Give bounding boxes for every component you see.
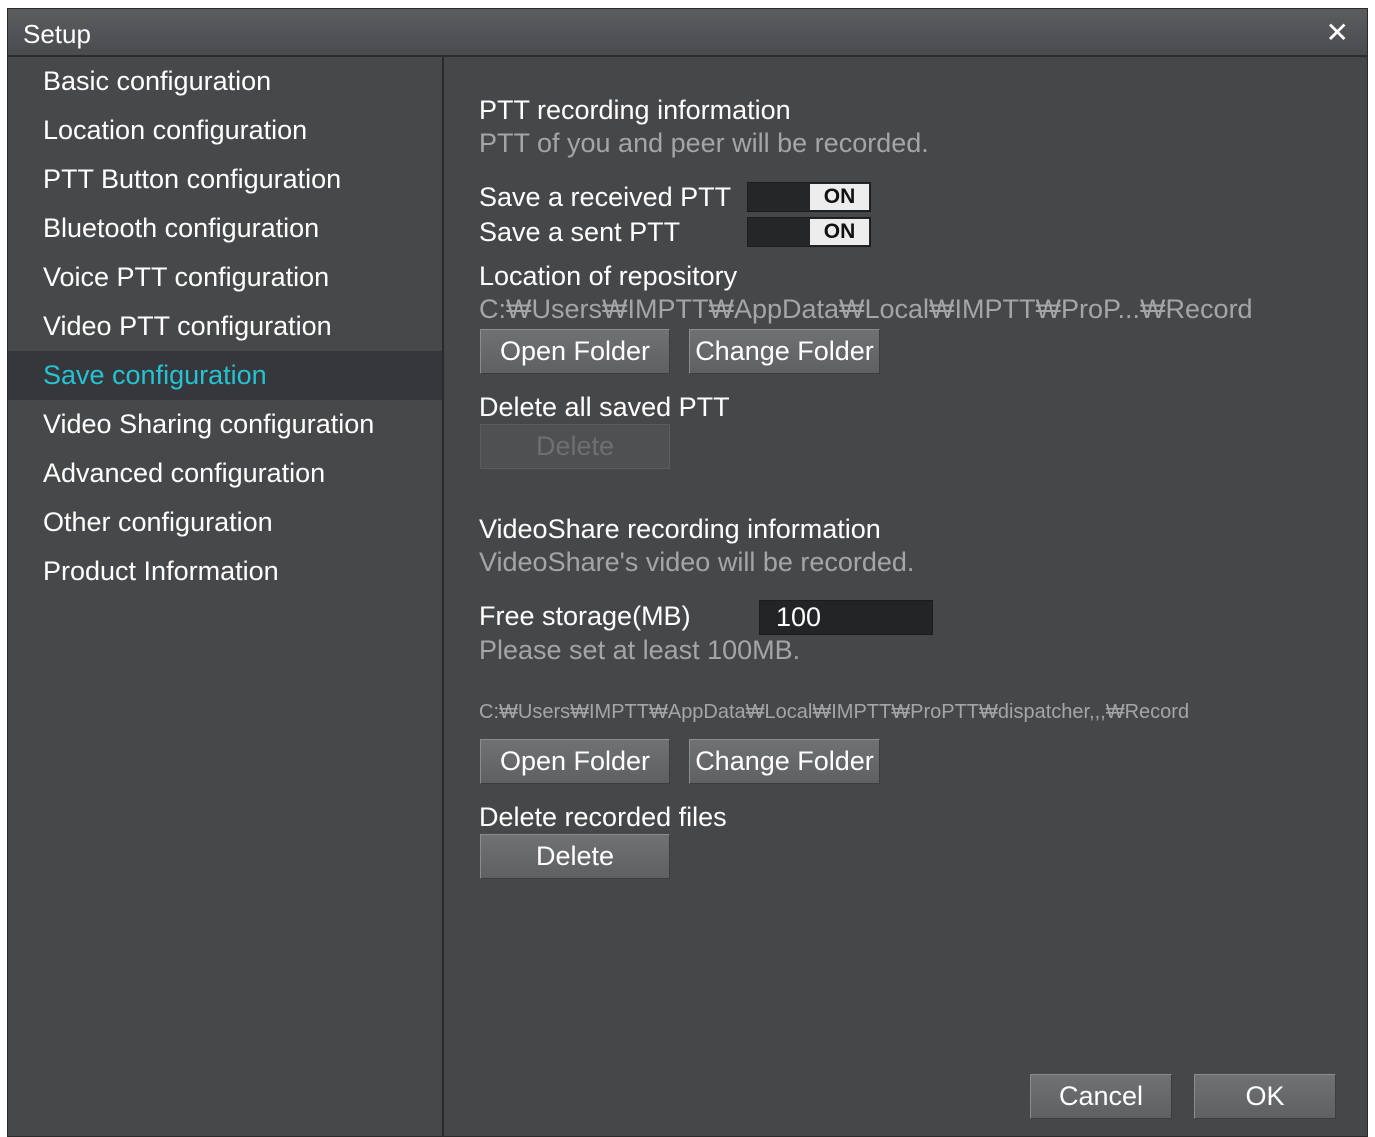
cancel-button[interactable]: Cancel bbox=[1030, 1074, 1172, 1119]
free-storage-label: Free storage(MB) bbox=[479, 601, 691, 631]
ptt-delete-button[interactable]: Delete bbox=[480, 424, 670, 469]
toggle-state: ON bbox=[810, 184, 869, 210]
sidebar-item-location[interactable]: Location configuration bbox=[8, 106, 442, 155]
sidebar-item-video-ptt[interactable]: Video PTT configuration bbox=[8, 302, 442, 351]
delete-all-ptt-label: Delete all saved PTT bbox=[479, 392, 730, 422]
videoshare-delete-button[interactable]: Delete bbox=[480, 834, 670, 879]
toggle-state: ON bbox=[810, 219, 869, 245]
save-received-toggle[interactable]: ON bbox=[747, 182, 871, 212]
videoshare-description: VideoShare's video will be recorded. bbox=[479, 547, 915, 577]
sidebar: Basic configuration Location configurati… bbox=[8, 57, 444, 1136]
sidebar-item-video-sharing[interactable]: Video Sharing configuration bbox=[8, 400, 442, 449]
sidebar-item-bluetooth[interactable]: Bluetooth configuration bbox=[8, 204, 442, 253]
sidebar-item-voice-ptt[interactable]: Voice PTT configuration bbox=[8, 253, 442, 302]
sidebar-item-product-info[interactable]: Product Information bbox=[8, 547, 442, 596]
videoshare-change-folder-button[interactable]: Change Folder bbox=[689, 739, 880, 784]
sidebar-item-ptt-button[interactable]: PTT Button configuration bbox=[8, 155, 442, 204]
setup-dialog: Setup ✕ Basic configuration Location con… bbox=[7, 8, 1368, 1137]
free-storage-input[interactable]: 100 bbox=[759, 600, 933, 635]
close-icon[interactable]: ✕ bbox=[1326, 16, 1349, 49]
videoshare-path: C:₩Users₩IMPTT₩AppData₩Local₩IMPTT₩ProPT… bbox=[479, 701, 1190, 723]
save-sent-toggle[interactable]: ON bbox=[747, 217, 871, 247]
save-sent-label: Save a sent PTT bbox=[479, 217, 681, 247]
ok-button[interactable]: OK bbox=[1194, 1074, 1336, 1119]
videoshare-open-folder-button[interactable]: Open Folder bbox=[480, 739, 670, 784]
delete-recorded-label: Delete recorded files bbox=[479, 802, 727, 832]
sidebar-item-other[interactable]: Other configuration bbox=[8, 498, 442, 547]
sidebar-item-basic[interactable]: Basic configuration bbox=[8, 57, 442, 106]
videoshare-heading: VideoShare recording information bbox=[479, 514, 881, 544]
save-received-label: Save a received PTT bbox=[479, 182, 732, 212]
repository-path: C:₩Users₩IMPTT₩AppData₩Local₩IMPTT₩ProP.… bbox=[479, 294, 1253, 324]
title-bar[interactable]: Setup ✕ bbox=[8, 9, 1367, 57]
ptt-change-folder-button[interactable]: Change Folder bbox=[689, 329, 880, 374]
repository-label: Location of repository bbox=[479, 261, 738, 291]
free-storage-hint: Please set at least 100MB. bbox=[479, 635, 801, 665]
window-title: Setup bbox=[23, 19, 91, 49]
ptt-heading: PTT recording information bbox=[479, 95, 791, 125]
ptt-open-folder-button[interactable]: Open Folder bbox=[480, 329, 670, 374]
sidebar-item-advanced[interactable]: Advanced configuration bbox=[8, 449, 442, 498]
ptt-description: PTT of you and peer will be recorded. bbox=[479, 128, 929, 158]
settings-panel: PTT recording information PTT of you and… bbox=[444, 57, 1367, 1136]
sidebar-item-save[interactable]: Save configuration bbox=[8, 351, 442, 400]
